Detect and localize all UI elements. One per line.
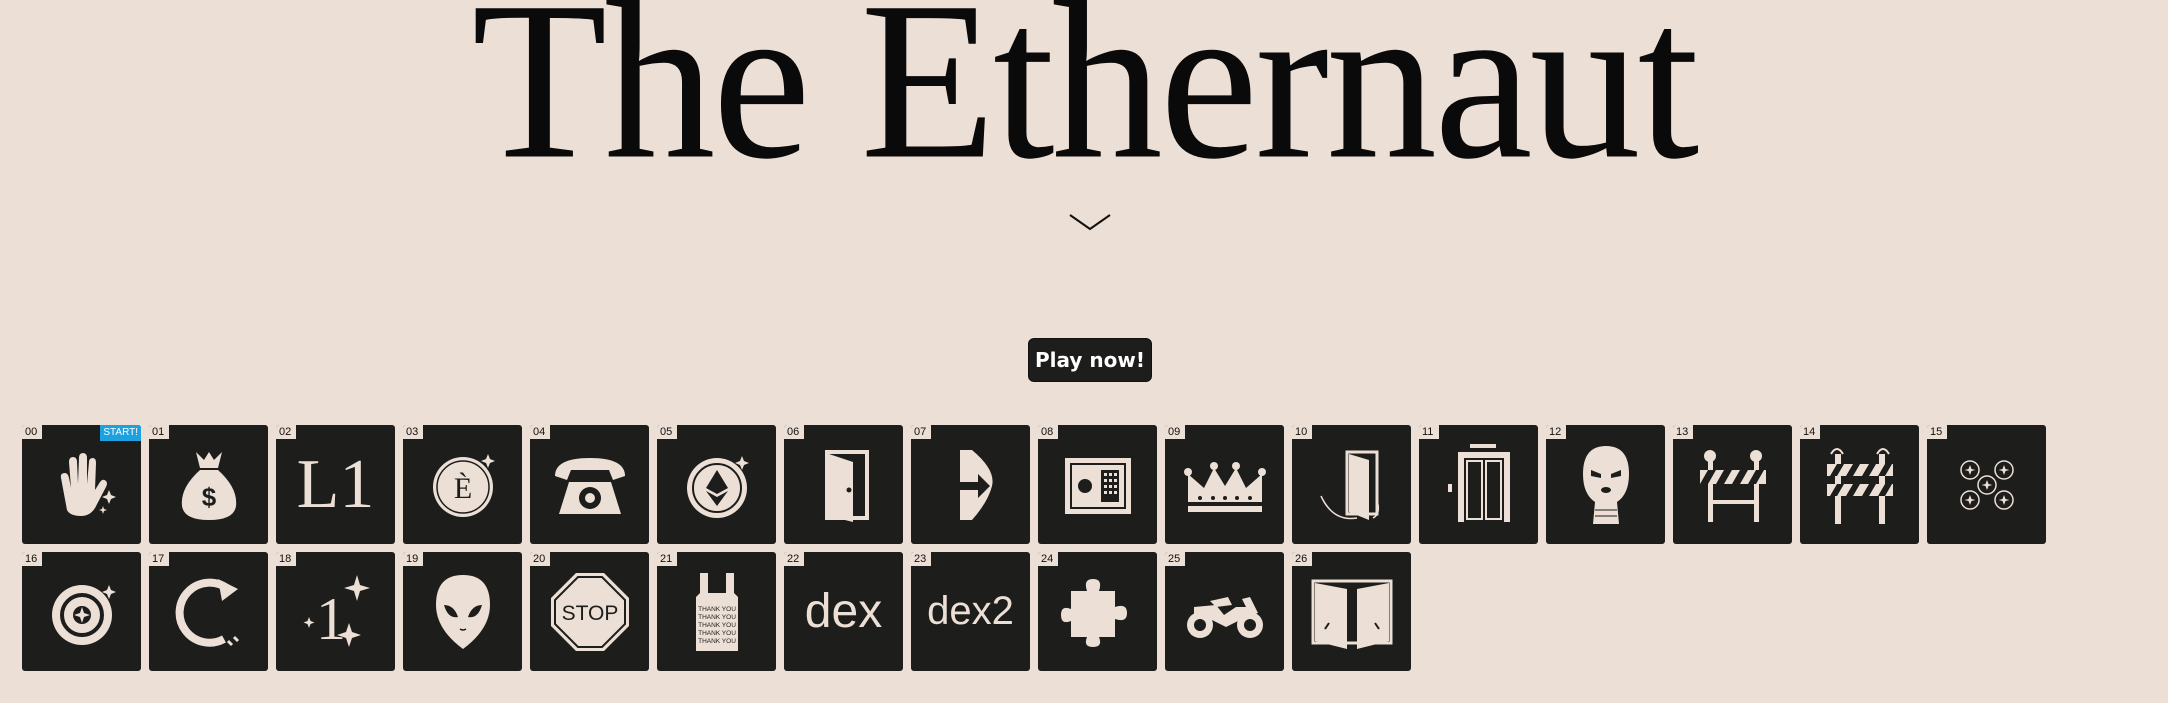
level-tile-13[interactable]: 13 <box>1673 425 1792 544</box>
dex-text-icon: dex <box>784 552 903 671</box>
sparkle-one-icon: 1 <box>276 552 395 671</box>
level-row: 00 START! 01 $ 02 L1 03 È 04 05 06 07 08… <box>22 425 2162 544</box>
svg-text:THANK YOU: THANK YOU <box>698 622 736 629</box>
level-tile-26[interactable]: 26 <box>1292 552 1411 671</box>
e-coin-icon: È <box>403 425 522 544</box>
svg-text:THANK YOU: THANK YOU <box>698 614 736 621</box>
puzzle-piece-icon <box>1038 552 1157 671</box>
open-door-icon <box>784 425 903 544</box>
play-now-button[interactable]: Play now! <box>1028 338 1152 382</box>
level-tile-20[interactable]: 20 STOP <box>530 552 649 671</box>
svg-text:THANK YOU: THANK YOU <box>698 638 736 645</box>
barrier-gate-icon <box>1800 425 1919 544</box>
level-tile-22[interactable]: 22 dex <box>784 552 903 671</box>
alien-icon <box>403 552 522 671</box>
level-tile-23[interactable]: 23 dex2 <box>911 552 1030 671</box>
level-tile-02[interactable]: 02 L1 <box>276 425 395 544</box>
level-tile-12[interactable]: 12 <box>1546 425 1665 544</box>
motorcycle-icon <box>1165 552 1284 671</box>
level-row: 16 17 18 1 19 20 STOP 21 THANK YOU THANK… <box>22 552 2162 671</box>
level-tile-11[interactable]: 11 <box>1419 425 1538 544</box>
svg-text:THANK YOU: THANK YOU <box>698 606 736 613</box>
refresh-arrow-icon <box>149 552 268 671</box>
level-tile-16[interactable]: 16 <box>22 552 141 671</box>
spinning-coin-icon <box>22 552 141 671</box>
svg-text:THANK YOU: THANK YOU <box>698 630 736 637</box>
level-tile-21[interactable]: 21 THANK YOU THANK YOU THANK YOU THANK YOU T… <box>657 552 776 671</box>
barrier-icon <box>1673 425 1792 544</box>
level-tile-01[interactable]: 01 $ <box>149 425 268 544</box>
svg-text:È: È <box>453 472 471 505</box>
svg-text:1: 1 <box>316 586 346 652</box>
chevron-down-icon[interactable] <box>1068 212 1112 234</box>
level-tile-15[interactable]: 15 <box>1927 425 2046 544</box>
swinging-door-icon <box>1292 425 1411 544</box>
money-bag-icon: $ <box>149 425 268 544</box>
level-tile-19[interactable]: 19 <box>403 552 522 671</box>
level-tile-24[interactable]: 24 <box>1038 552 1157 671</box>
balaclava-icon <box>1546 425 1665 544</box>
elevator-icon <box>1419 425 1538 544</box>
crown-icon <box>1165 425 1284 544</box>
level-tile-08[interactable]: 08 <box>1038 425 1157 544</box>
page-title: The Ethernaut <box>471 0 1700 207</box>
arrow-door-icon <box>911 425 1030 544</box>
svg-text:STOP: STOP <box>561 602 618 625</box>
hand-icon <box>22 425 141 544</box>
thank-you-bag-icon: THANK YOU THANK YOU THANK YOU THANK YOU THAN… <box>657 552 776 671</box>
level-tile-07[interactable]: 07 <box>911 425 1030 544</box>
stop-sign-icon: STOP <box>530 552 649 671</box>
level-tile-09[interactable]: 09 <box>1165 425 1284 544</box>
ethereum-coin-icon <box>657 425 776 544</box>
dex2-text-icon: dex2 <box>911 552 1030 671</box>
level-tile-25[interactable]: 25 <box>1165 552 1284 671</box>
coins-cluster-icon <box>1927 425 2046 544</box>
l1-text: L1 <box>296 445 375 523</box>
telephone-icon <box>530 425 649 544</box>
l1-letters-icon: L1 <box>276 425 395 544</box>
level-tile-18[interactable]: 18 1 <box>276 552 395 671</box>
level-tile-00[interactable]: 00 START! <box>22 425 141 544</box>
dex-text: dex <box>804 585 883 638</box>
level-tile-14[interactable]: 14 <box>1800 425 1919 544</box>
level-tile-10[interactable]: 10 <box>1292 425 1411 544</box>
dex2-text: dex2 <box>927 589 1014 633</box>
level-grid: 00 START! 01 $ 02 L1 03 È 04 05 06 07 08… <box>22 425 2162 679</box>
safe-icon <box>1038 425 1157 544</box>
level-tile-04[interactable]: 04 <box>530 425 649 544</box>
level-tile-06[interactable]: 06 <box>784 425 903 544</box>
level-tile-17[interactable]: 17 <box>149 552 268 671</box>
level-tile-03[interactable]: 03 È <box>403 425 522 544</box>
level-tile-05[interactable]: 05 <box>657 425 776 544</box>
svg-text:$: $ <box>201 482 216 512</box>
double-doors-icon <box>1292 552 1411 671</box>
